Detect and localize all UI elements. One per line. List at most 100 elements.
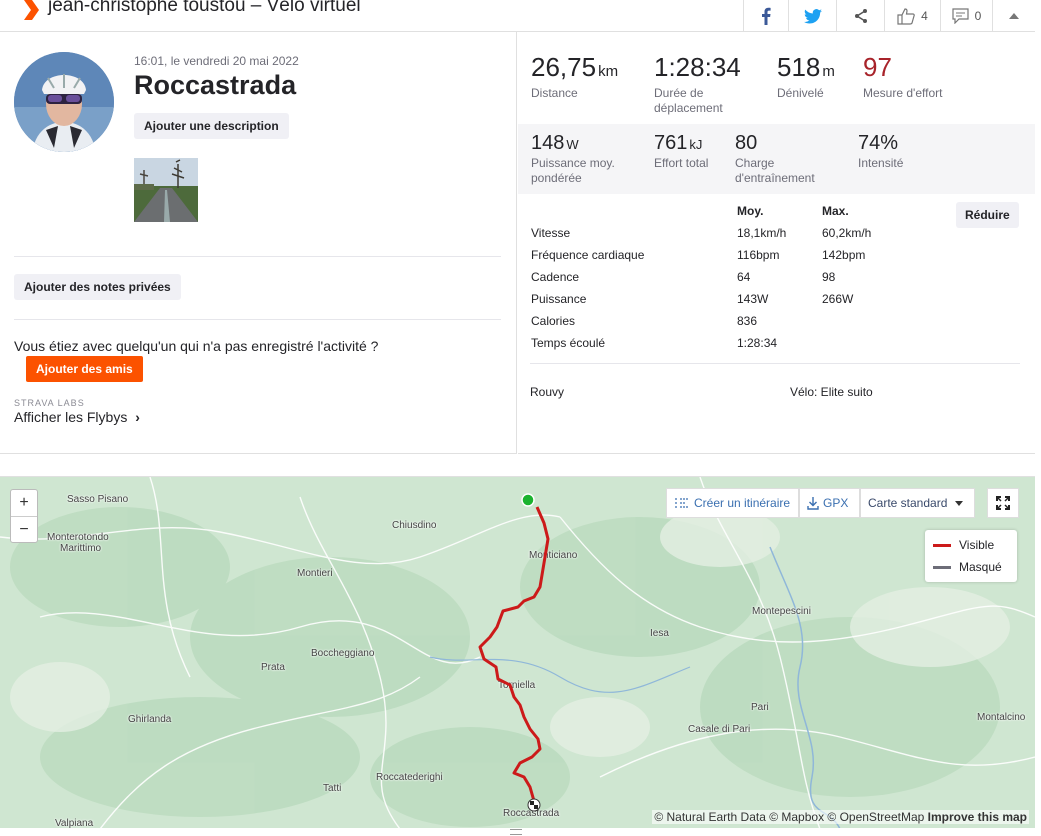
stat-distance: 26,75 km Distance (531, 54, 618, 101)
activity-stats-panel: 26,75 km Distance 1:28:34 Durée de déplac… (518, 32, 1035, 454)
metric-name: Temps écoulé (531, 336, 606, 350)
flybys-link[interactable]: Afficher les Flybys › (14, 409, 140, 425)
route-finish-marker (527, 798, 541, 812)
elevation-label: Dénivelé (777, 86, 824, 100)
comment-icon (952, 8, 969, 24)
zoom-control: + − (10, 489, 38, 543)
unrecorded-partner-question: Vous étiez avec quelqu'un qui n'a pas en… (14, 338, 379, 354)
activity-photo-thumbnail[interactable] (134, 158, 198, 222)
athlete-photo (14, 52, 114, 152)
stat-moving-time: 1:28:34 Durée de déplacement (654, 54, 754, 116)
metric-name: Calories (531, 314, 576, 328)
intensity-label: Intensité (858, 156, 904, 170)
metric-name: Vitesse (531, 226, 571, 240)
effort-value: 97 (863, 52, 892, 82)
activity-datetime: 16:01, le vendredi 20 mai 2022 (134, 54, 299, 68)
download-icon (807, 496, 819, 510)
map-resize-handle[interactable] (510, 829, 522, 835)
power-value: 148 (531, 132, 565, 154)
legend-hidden-swatch (933, 565, 951, 569)
metric-name: Fréquence cardiaque (531, 248, 645, 262)
gpx-label: GPX (823, 496, 849, 510)
flybys-label: Afficher les Flybys (14, 409, 128, 425)
intensity-value: 74% (858, 132, 899, 154)
activity-summary-panel: 16:01, le vendredi 20 mai 2022 Roccastra… (0, 32, 517, 454)
metric-avg: 1:28:34 (737, 336, 778, 350)
metric-row-cadence: Cadence 64 98 (531, 270, 1011, 286)
share-icon (854, 9, 867, 23)
work-unit: kJ (689, 137, 703, 152)
chevron-right-icon: › (135, 409, 140, 425)
metrics-header-max: Max. (822, 204, 849, 218)
metric-row-elapsed-time: Temps écoulé 1:28:34 (531, 336, 1011, 352)
metric-avg: 64 (737, 270, 751, 284)
power-label: Puissance moy. pondérée (531, 156, 615, 185)
activity-title: Roccastrada (134, 70, 297, 100)
training-load-value: 80 (735, 132, 758, 154)
stat-training-load[interactable]: 80 Charge d'entraînement (735, 133, 835, 186)
zoom-out-button[interactable]: − (11, 516, 37, 542)
bike-name: Vélo: Elite suito (790, 385, 873, 399)
attribution-text[interactable]: © Natural Earth Data © Mapbox © OpenStre… (654, 810, 924, 824)
metric-avg: 143W (737, 292, 769, 306)
add-private-notes-button[interactable]: Ajouter des notes privées (14, 274, 181, 300)
add-description-button[interactable]: Ajouter une description (134, 113, 289, 139)
activity-header-title: jean-christophe toustou – Vélo virtuel (48, 0, 361, 16)
twitter-share-button[interactable] (788, 0, 836, 32)
kudos-button[interactable]: 4 (884, 0, 940, 32)
route-start-marker (521, 493, 535, 507)
athlete-avatar[interactable] (14, 52, 114, 152)
gpx-download-button[interactable]: GPX (799, 488, 860, 518)
stat-weighted-power: 148 W Puissance moy. pondérée (531, 133, 641, 186)
route-legend: Visible Masqué (925, 530, 1017, 582)
create-route-button[interactable]: Créer un itinéraire (666, 488, 799, 518)
collapse-header-button[interactable] (992, 0, 1035, 32)
zoom-in-button[interactable]: + (11, 490, 37, 516)
power-unit: W (566, 137, 579, 152)
metric-avg: 116bpm (737, 248, 780, 262)
divider (14, 319, 501, 320)
kudos-count: 4 (921, 9, 928, 23)
stat-total-work: 761 kJ Effort total (654, 133, 708, 171)
distance-value: 26,75 (531, 52, 597, 82)
stat-intensity[interactable]: 74% Intensité (858, 133, 903, 171)
road-photo (134, 158, 198, 222)
strava-labs-label: STRAVA LABS (14, 398, 85, 408)
map-style-dropdown[interactable]: Carte standard (860, 488, 975, 518)
moving-time-value: 1:28:34 (654, 52, 741, 82)
facebook-share-button[interactable] (743, 0, 788, 32)
elevation-value: 518 (777, 52, 821, 82)
metric-avg: 836 (737, 314, 758, 328)
metric-row-calories: Calories 836 (531, 314, 1011, 330)
legend-visible[interactable]: Visible (933, 538, 994, 552)
strava-chevron-icon (24, 0, 39, 20)
legend-visible-swatch (933, 543, 951, 547)
map-style-label: Carte standard (868, 496, 948, 510)
fullscreen-button[interactable] (987, 488, 1019, 518)
share-button[interactable] (836, 0, 884, 32)
metric-max: 142bpm (822, 248, 866, 262)
metric-max: 98 (822, 270, 836, 284)
route-map[interactable]: Sasso Pisano Monterotondo Marittimo Chiu… (0, 476, 1035, 828)
stat-effort[interactable]: 97 Mesure d'effort (863, 54, 942, 101)
metrics-header-avg: Moy. (737, 204, 764, 218)
metric-name: Puissance (531, 292, 587, 306)
add-friends-button[interactable]: Ajouter des amis (26, 356, 143, 382)
comments-button[interactable]: 0 (940, 0, 992, 32)
distance-unit: km (598, 63, 619, 80)
divider (14, 256, 501, 257)
metric-max: 60,2km/h (822, 226, 872, 240)
work-value: 761 (654, 132, 688, 154)
device-name: Rouvy (530, 385, 565, 399)
reduce-button[interactable]: Réduire (956, 202, 1019, 228)
elevation-unit: m (822, 63, 835, 80)
legend-hidden-label: Masqué (959, 560, 1002, 574)
improve-map-link[interactable]: Improve this map (928, 810, 1027, 824)
legend-visible-label: Visible (959, 538, 995, 552)
stat-elevation: 518 m Dénivelé (777, 54, 835, 101)
twitter-icon (803, 8, 822, 24)
moving-time-label: Durée de déplacement (654, 86, 723, 115)
training-load-label: Charge d'entraînement (735, 156, 815, 185)
metric-max: 266W (822, 292, 854, 306)
legend-hidden[interactable]: Masqué (933, 560, 1002, 574)
